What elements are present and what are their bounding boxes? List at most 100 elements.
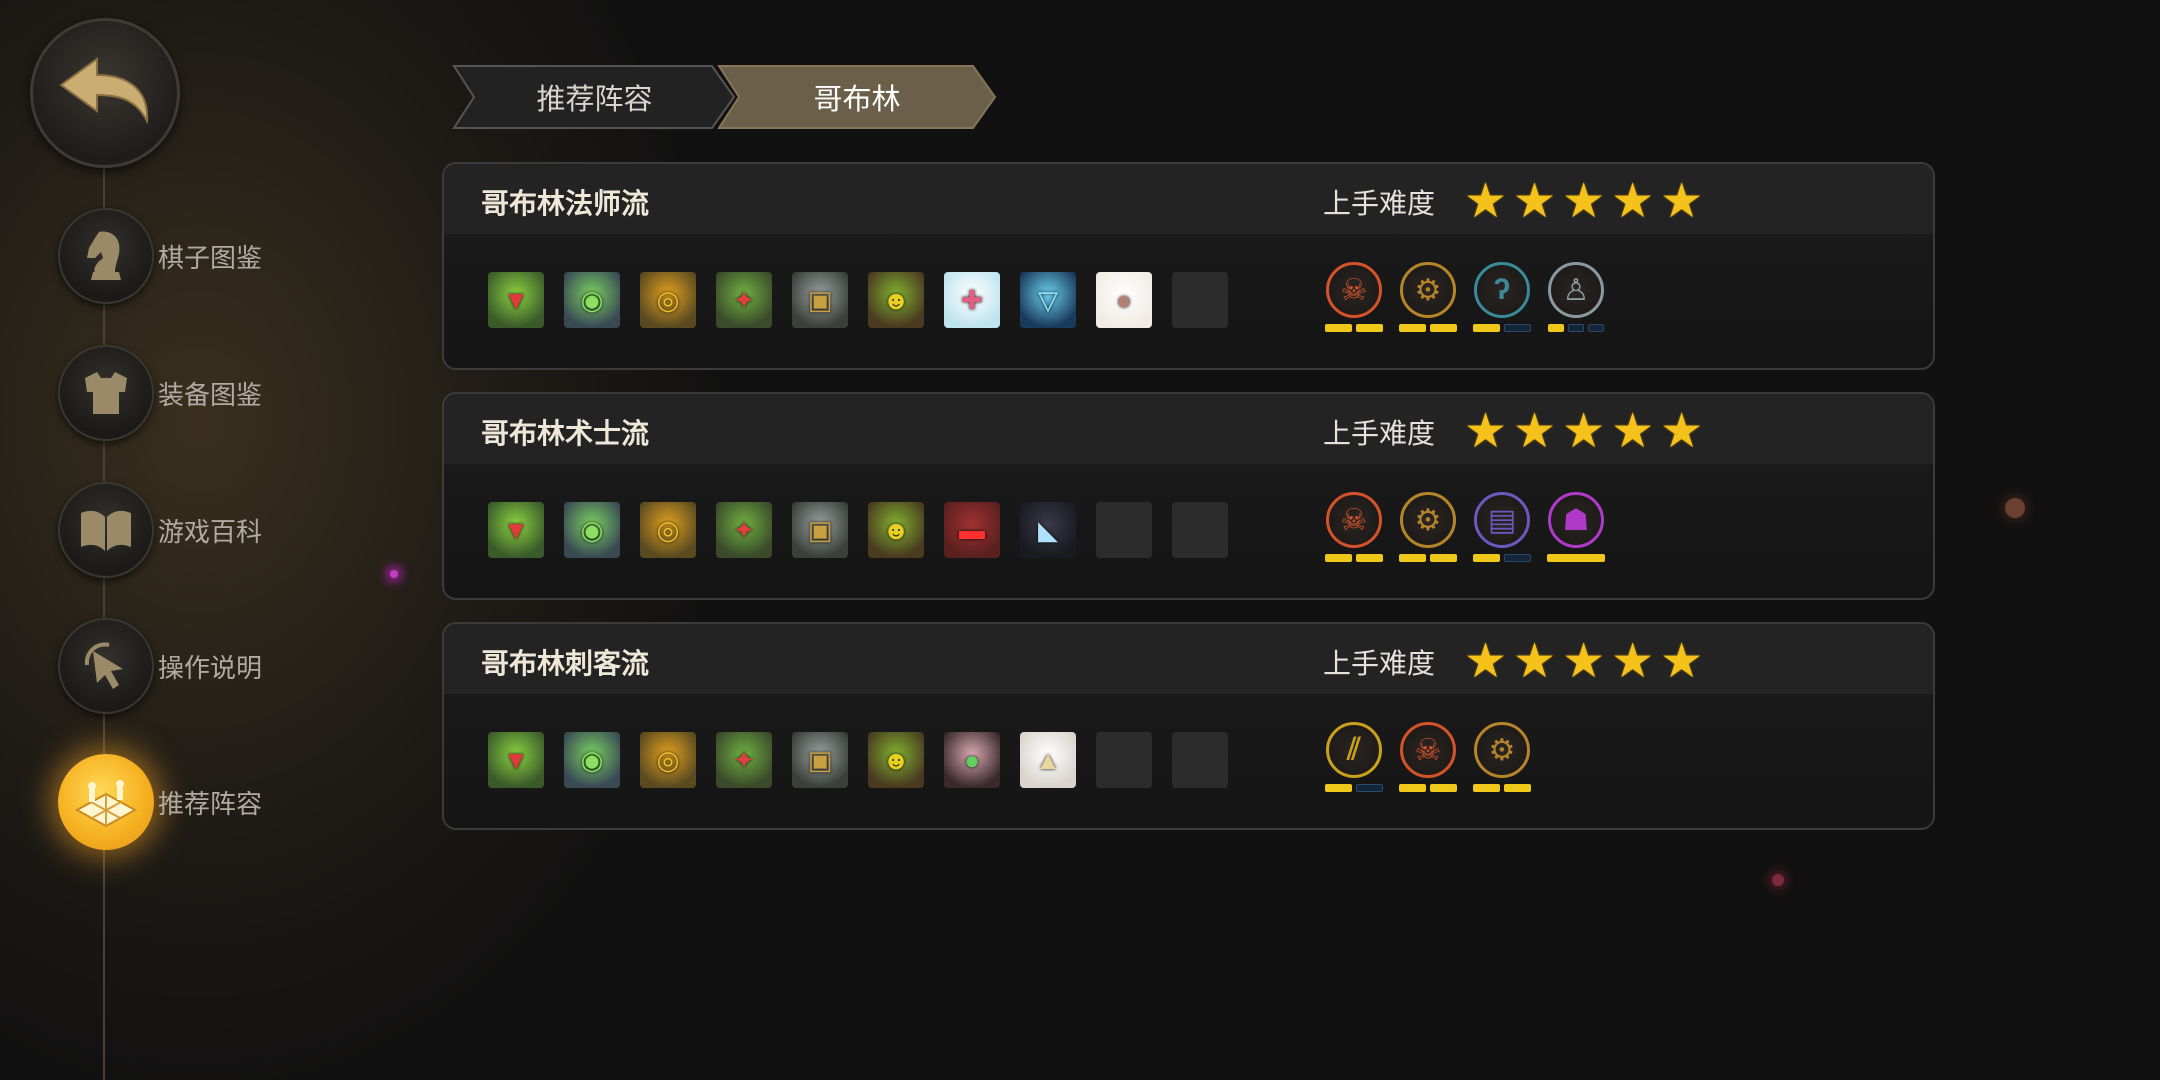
synergy-progress <box>1473 784 1531 792</box>
sidebar-item-label: 棋子图鉴 <box>158 242 263 273</box>
synergy-badge[interactable]: ☠ <box>1324 492 1384 562</box>
hero-list: ▼ ◉ ◎ ✦ ▣ ☻ ▬ ◣ <box>488 502 1228 558</box>
goblin-parrot-icon[interactable]: ✦ <box>716 502 772 558</box>
synergy-progress-segment <box>1548 324 1564 332</box>
shadow-hood-icon[interactable]: ◣ <box>1020 502 1076 558</box>
difficulty-stars: ★ ★ ★ ★ ★ <box>1464 408 1703 456</box>
horned-ogre-icon[interactable]: ● <box>944 732 1000 788</box>
synergy-progress-segment <box>1473 784 1500 792</box>
synergy-badge[interactable]: ☠ <box>1398 722 1458 792</box>
synergy-badge[interactable]: ⚙ <box>1398 492 1458 562</box>
synergy-progress-segment <box>1504 554 1531 562</box>
synergy-progress-segment <box>1356 784 1383 792</box>
knight-icon <box>58 208 154 304</box>
star-icon: ★ <box>1660 635 1704 688</box>
goblin-shaman-icon[interactable]: ☻ <box>868 502 924 558</box>
synergy-progress-segment <box>1504 784 1531 792</box>
sidebar-item-equipment[interactable]: 装备图鉴 <box>58 345 358 441</box>
synergy-progress-segment <box>1504 324 1531 332</box>
tab-recommended[interactable]: 推荐阵容 <box>452 64 737 130</box>
synergy-badge[interactable]: ☠ <box>1324 262 1384 332</box>
goblin-chest-icon[interactable]: ▣ <box>792 502 848 558</box>
sidebar-item-label: 游戏百科 <box>158 516 263 547</box>
sheep-icon[interactable]: ● <box>1096 272 1152 328</box>
synergy-progress <box>1399 324 1457 332</box>
goblin-goggles-icon[interactable]: ◎ <box>640 502 696 558</box>
synergy-badge[interactable]: ☗ <box>1546 492 1606 562</box>
star-icon: ★ <box>1611 175 1655 228</box>
priest-icon: ♙ <box>1548 262 1604 318</box>
sidebar-item-controls[interactable]: 操作说明 <box>58 618 358 714</box>
sidebar-item-recommended[interactable]: 推荐阵容 <box>58 754 358 850</box>
sidebar-item-pieces[interactable]: 棋子图鉴 <box>58 208 358 304</box>
synergy-progress-segment <box>1430 784 1457 792</box>
back-button[interactable] <box>30 18 180 168</box>
synergy-badge[interactable]: ▤ <box>1472 492 1532 562</box>
goblin-robot-icon[interactable]: ◉ <box>564 502 620 558</box>
sidebar-item-label: 推荐阵容 <box>158 788 263 819</box>
goblin-robot-icon[interactable]: ◉ <box>564 732 620 788</box>
goblin-race-icon: ☠ <box>1326 262 1382 318</box>
synergy-badge[interactable]: ⫽ <box>1324 722 1384 792</box>
goblin-shaman-icon[interactable]: ☻ <box>868 272 924 328</box>
sidebar-item-wiki[interactable]: 游戏百科 <box>58 482 358 578</box>
star-icon: ★ <box>1464 635 1508 688</box>
star-icon: ★ <box>1660 175 1704 228</box>
goblin-robot-icon[interactable]: ◉ <box>564 272 620 328</box>
empty-hero-slot <box>1172 272 1228 328</box>
lineup-title: 哥布林法师流 <box>481 188 650 219</box>
synergy-progress <box>1548 324 1604 332</box>
tab-goblin[interactable]: 哥布林 <box>717 64 997 130</box>
synergy-progress <box>1325 554 1383 562</box>
synergy-progress <box>1399 784 1457 792</box>
hero-list: ▼ ◉ ◎ ✦ ▣ ☻ ● ▲ <box>488 732 1228 788</box>
synergy-progress-segment <box>1568 324 1584 332</box>
goblin-chest-icon[interactable]: ▣ <box>792 272 848 328</box>
synergy-badge[interactable]: ʔ <box>1472 262 1532 332</box>
demon-icon: ☗ <box>1548 492 1604 548</box>
lineup-card[interactable]: 哥布林术士流 上手难度 ★ ★ ★ ★ ★ ▼ ◉ ◎ ✦ ▣ ☻ ▬ ◣ ☠ ⚙ ▤ ☗ <box>442 392 1935 600</box>
lineup-title: 哥布林刺客流 <box>481 648 650 679</box>
difficulty-stars: ★ ★ ★ ★ ★ <box>1464 178 1703 226</box>
frost-bear-icon[interactable]: ✚ <box>944 272 1000 328</box>
goblin-chest-icon[interactable]: ▣ <box>792 732 848 788</box>
background-glow <box>2005 498 2025 518</box>
synergy-badge[interactable]: ⚙ <box>1472 722 1532 792</box>
goblin-engineer-icon[interactable]: ▼ <box>488 502 544 558</box>
empty-hero-slot <box>1096 732 1152 788</box>
synergy-progress-segment <box>1356 324 1383 332</box>
star-icon: ★ <box>1513 175 1557 228</box>
mage-staff-icon: ʔ <box>1474 262 1530 318</box>
goblin-engineer-icon[interactable]: ▼ <box>488 732 544 788</box>
goblin-parrot-icon[interactable]: ✦ <box>716 732 772 788</box>
sidebar-item-label: 操作说明 <box>158 652 263 683</box>
red-demon-icon[interactable]: ▬ <box>944 502 1000 558</box>
synergy-badge[interactable]: ♙ <box>1546 262 1606 332</box>
difficulty-stars: ★ ★ ★ ★ ★ <box>1464 638 1703 686</box>
synergy-list: ☠ ⚙ ▤ ☗ <box>1324 492 1606 562</box>
lineup-card-header <box>444 164 1933 234</box>
star-icon: ★ <box>1464 175 1508 228</box>
star-icon: ★ <box>1513 635 1557 688</box>
lineup-card-header <box>444 394 1933 464</box>
star-icon: ★ <box>1562 405 1606 458</box>
synergy-progress <box>1399 554 1457 562</box>
lineup-card[interactable]: 哥布林刺客流 上手难度 ★ ★ ★ ★ ★ ▼ ◉ ◎ ✦ ▣ ☻ ● ▲ ⫽ ☠ ⚙ <box>442 622 1935 830</box>
synergy-progress-segment <box>1473 324 1500 332</box>
wizard-hat-icon[interactable]: ▲ <box>1020 732 1076 788</box>
synergy-progress-segment <box>1547 554 1605 562</box>
book-icon <box>58 482 154 578</box>
goblin-shaman-icon[interactable]: ☻ <box>868 732 924 788</box>
sidebar-item-label: 装备图鉴 <box>158 379 263 410</box>
synergy-badge[interactable]: ⚙ <box>1398 262 1458 332</box>
goblin-goggles-icon[interactable]: ◎ <box>640 732 696 788</box>
goblin-engineer-icon[interactable]: ▼ <box>488 272 544 328</box>
goblin-goggles-icon[interactable]: ◎ <box>640 272 696 328</box>
lineup-card[interactable]: 哥布林法师流 上手难度 ★ ★ ★ ★ ★ ▼ ◉ ◎ ✦ ▣ ☻ ✚ ▽ ● ☠ ⚙ ʔ ♙ <box>442 162 1935 370</box>
star-icon: ★ <box>1611 405 1655 458</box>
lineup-card-header <box>444 624 1933 694</box>
synergy-progress-segment <box>1399 554 1426 562</box>
mech-gear-icon: ⚙ <box>1474 722 1530 778</box>
blue-shield-icon[interactable]: ▽ <box>1020 272 1076 328</box>
goblin-parrot-icon[interactable]: ✦ <box>716 272 772 328</box>
